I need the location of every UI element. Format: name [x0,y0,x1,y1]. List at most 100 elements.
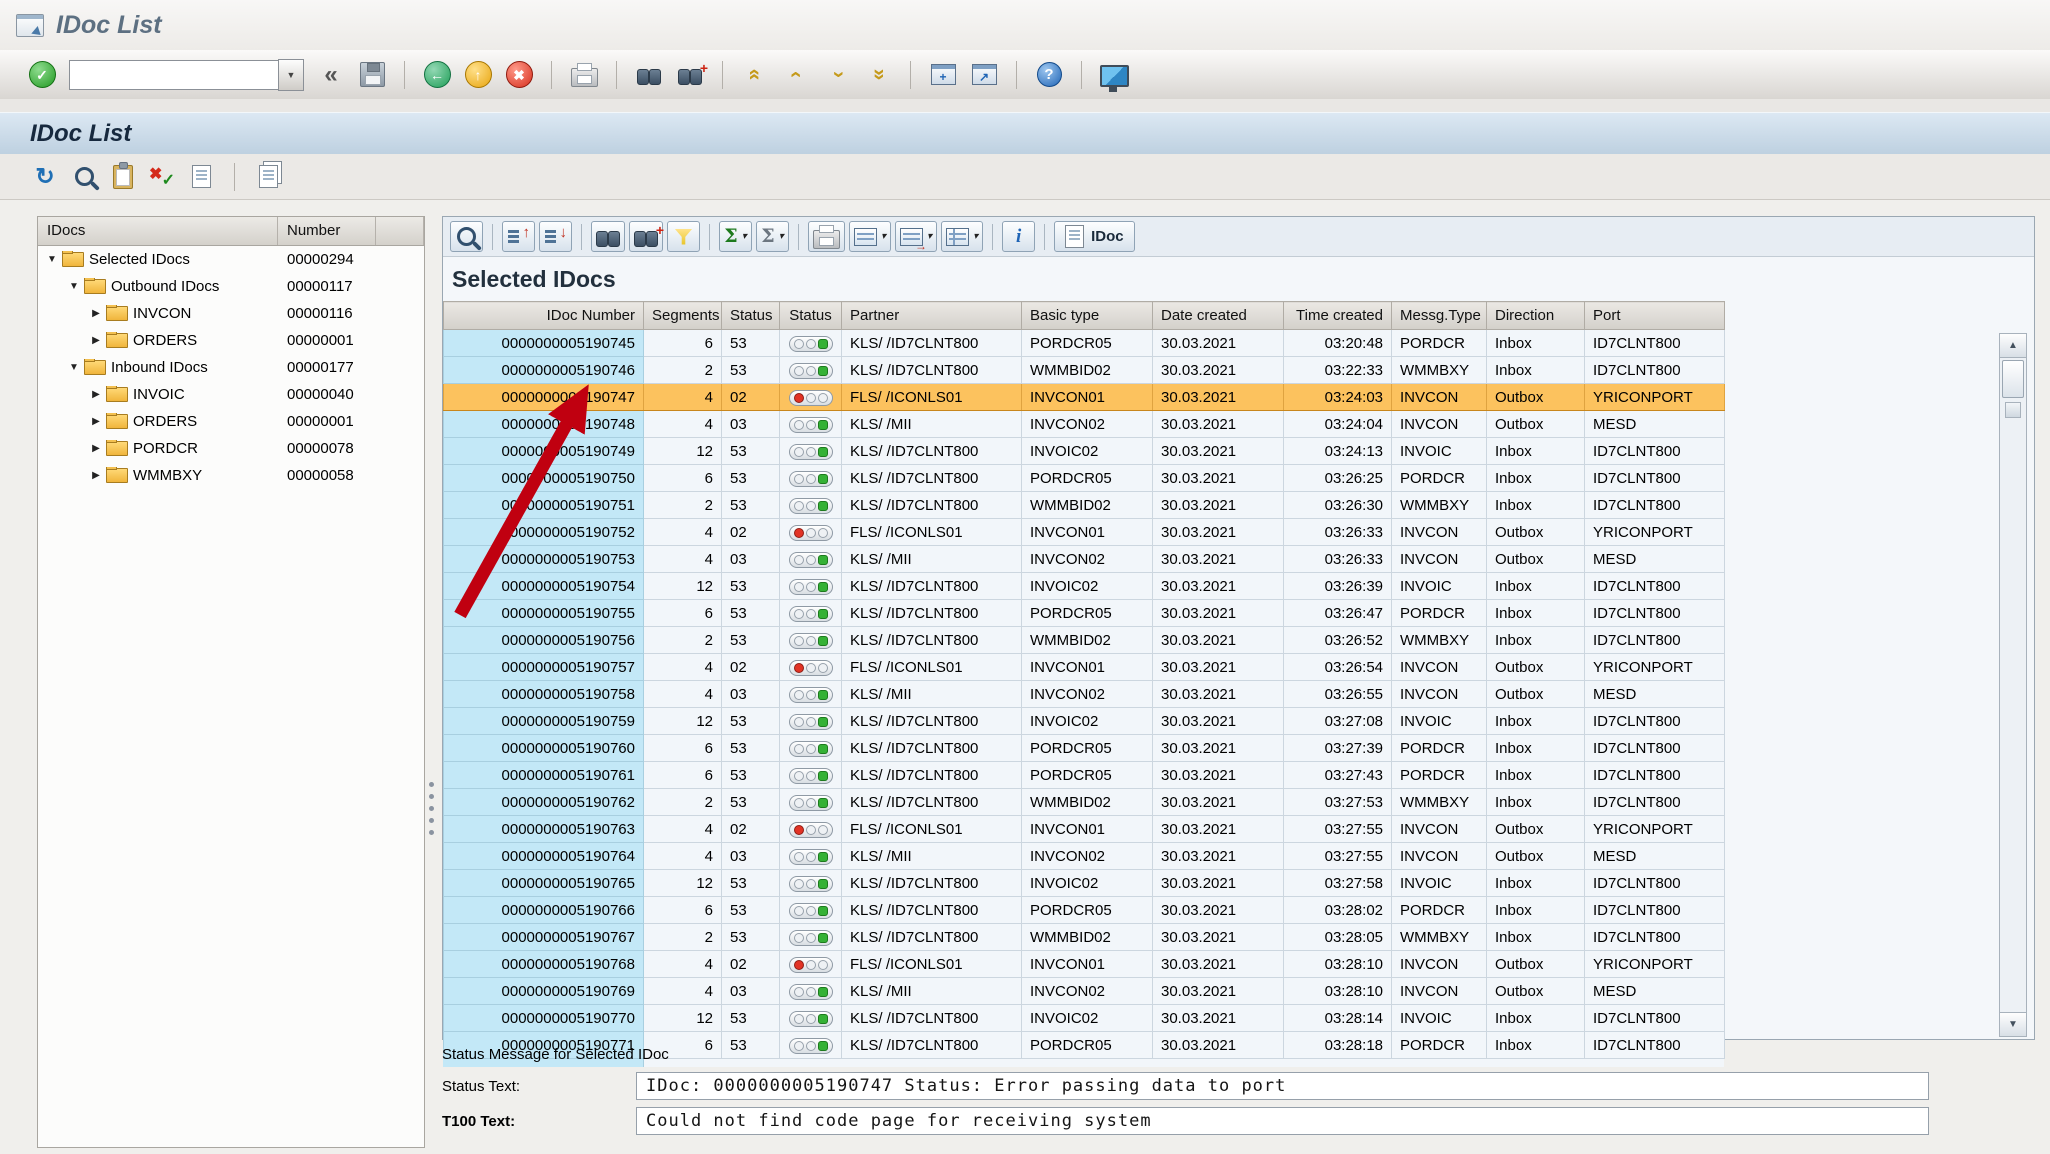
idoc-row-0000000005190750[interactable]: 0000000005190750653KLS/ /ID7CLNT800PORDC… [444,465,1725,492]
filter-button[interactable] [667,221,700,252]
idoc-row-0000000005190752[interactable]: 0000000005190752402FLS/ /ICONLS01INVCON0… [444,519,1725,546]
col-header-3-status[interactable]: Status [780,302,842,330]
collapse-node-icon[interactable]: ▼ [44,254,60,265]
check-idoc-button[interactable]: ✖✓ [147,160,177,194]
tree-item-wmmbxy-8[interactable]: ▶WMMBXY00000058 [38,462,424,489]
idoc-row-0000000005190753[interactable]: 0000000005190753403KLS/ /MIIINVCON0230.0… [444,546,1725,573]
sort-asc-button[interactable]: ↑ [502,221,535,252]
new-session-button[interactable]: + [925,56,961,94]
col-header-10-port[interactable]: Port [1585,302,1725,330]
page-down-button[interactable]: ‹ [819,56,855,94]
idoc-row-0000000005190748[interactable]: 0000000005190748403KLS/ /MIIINVCON0230.0… [444,411,1725,438]
enter-button[interactable]: ✓ [24,56,60,94]
idoc-row-0000000005190756[interactable]: 0000000005190756253KLS/ /ID7CLNT800WMMBI… [444,627,1725,654]
collapse-node-icon[interactable]: ▼ [66,281,82,292]
idoc-button[interactable]: IDoc [1054,221,1135,252]
scroll-down-icon[interactable]: ▼ [2000,1012,2026,1036]
idoc-row-0000000005190766[interactable]: 0000000005190766653KLS/ /ID7CLNT800PORDC… [444,897,1725,924]
idoc-row-0000000005190757[interactable]: 0000000005190757402FLS/ /ICONLS01INVCON0… [444,654,1725,681]
idoc-row-0000000005190762[interactable]: 0000000005190762253KLS/ /ID7CLNT800WMMBI… [444,789,1725,816]
col-header-9-direction[interactable]: Direction [1487,302,1585,330]
scrollbar-thumb[interactable] [2002,360,2024,398]
page-up-button[interactable]: ‹ [778,56,814,94]
refresh-button[interactable]: ↻ [30,160,60,194]
col-header-7-time-created[interactable]: Time created [1284,302,1392,330]
info-button[interactable]: i [1002,221,1035,252]
gui-settings-button[interactable] [1096,56,1132,94]
tree-item-selected-idocs-0[interactable]: ▼Selected IDocs00000294 [38,246,424,273]
expand-node-icon[interactable]: ▶ [88,308,104,319]
idoc-row-0000000005190765[interactable]: 00000000051907651253KLS/ /ID7CLNT800INVO… [444,870,1725,897]
col-header-4-partner[interactable]: Partner [842,302,1022,330]
help-button[interactable]: ? [1031,56,1067,94]
find-next-button[interactable]: + [629,221,663,252]
idoc-row-0000000005190747-selected[interactable]: 0000000005190747402FLS/ /ICONLS01INVCON0… [444,384,1725,411]
sort-desc-button[interactable]: ↓ [539,221,572,252]
idoc-row-0000000005190770[interactable]: 00000000051907701253KLS/ /ID7CLNT800INVO… [444,1005,1725,1032]
idoc-row-0000000005190755[interactable]: 0000000005190755653KLS/ /ID7CLNT800PORDC… [444,600,1725,627]
idoc-row-0000000005190754[interactable]: 00000000051907541253KLS/ /ID7CLNT800INVO… [444,573,1725,600]
idoc-row-0000000005190749[interactable]: 00000000051907491253KLS/ /ID7CLNT800INVO… [444,438,1725,465]
expand-node-icon[interactable]: ▶ [88,389,104,400]
first-page-button[interactable]: « [737,56,773,94]
collapse-node-icon[interactable]: ▼ [66,362,82,373]
idoc-row-0000000005190763[interactable]: 0000000005190763402FLS/ /ICONLS01INVCON0… [444,816,1725,843]
scrollbar-track[interactable] [2000,420,2026,1012]
views-button[interactable]: ▾ [849,221,891,252]
idoc-row-0000000005190764[interactable]: 0000000005190764403KLS/ /MIIINVCON0230.0… [444,843,1725,870]
tree-item-outbound-idocs-1[interactable]: ▼Outbound IDocs00000117 [38,273,424,300]
tree-item-pordcr-7[interactable]: ▶PORDCR00000078 [38,435,424,462]
col-header-2-status[interactable]: Status [722,302,780,330]
col-header-5-basic-type[interactable]: Basic type [1022,302,1153,330]
find-button[interactable] [591,221,625,252]
tree-item-orders-6[interactable]: ▶ORDERS00000001 [38,408,424,435]
layout-button[interactable]: ▾ [941,221,983,252]
expand-node-icon[interactable]: ▶ [88,443,104,454]
idoc-row-0000000005190768[interactable]: 0000000005190768402FLS/ /ICONLS01INVCON0… [444,951,1725,978]
idoc-row-0000000005190758[interactable]: 0000000005190758403KLS/ /MIIINVCON0230.0… [444,681,1725,708]
idoc-row-0000000005190767[interactable]: 0000000005190767253KLS/ /ID7CLNT800WMMBI… [444,924,1725,951]
col-header-0-idoc-number[interactable]: IDoc Number [444,302,644,330]
display-idoc-button[interactable] [69,160,99,194]
idoc-row-0000000005190760[interactable]: 0000000005190760653KLS/ /ID7CLNT800PORDC… [444,735,1725,762]
idoc-row-0000000005190751[interactable]: 0000000005190751253KLS/ /ID7CLNT800WMMBI… [444,492,1725,519]
find-button[interactable] [631,56,667,94]
command-dropdown-button[interactable]: ▼ [278,59,304,91]
print-grid-button[interactable] [808,221,845,252]
export-button[interactable]: ▾ [895,221,937,252]
col-header-6-date-created[interactable]: Date created [1153,302,1284,330]
command-input[interactable] [69,60,278,90]
details-button[interactable] [450,221,483,252]
tree-item-inbound-idocs-4[interactable]: ▼Inbound IDocs00000177 [38,354,424,381]
expand-node-icon[interactable]: ▶ [88,335,104,346]
display-doc-button[interactable] [186,160,216,194]
last-page-button[interactable]: « [860,56,896,94]
idoc-row-0000000005190769[interactable]: 0000000005190769403KLS/ /MIIINVCON0230.0… [444,978,1725,1005]
expand-node-icon[interactable]: ▶ [88,416,104,427]
save-button[interactable] [354,56,390,94]
expand-node-icon[interactable]: ▶ [88,470,104,481]
idoc-row-0000000005190759[interactable]: 00000000051907591253KLS/ /ID7CLNT800INVO… [444,708,1725,735]
col-header-1-segments[interactable]: Segments [644,302,722,330]
idoc-row-0000000005190745[interactable]: 0000000005190745653KLS/ /ID7CLNT800PORDC… [444,330,1725,357]
panel-splitter[interactable] [427,782,436,844]
idoc-row-0000000005190761[interactable]: 0000000005190761653KLS/ /ID7CLNT800PORDC… [444,762,1725,789]
scroll-up-icon[interactable]: ▲ [2000,334,2026,358]
create-shortcut-button[interactable]: ↗ [966,56,1002,94]
subtotals-button[interactable]: Σ▾ [756,221,789,252]
idoc-row-0000000005190746[interactable]: 0000000005190746253KLS/ /ID7CLNT800WMMBI… [444,357,1725,384]
copy-table-button[interactable] [253,160,283,194]
sum-button[interactable]: Σ▾ [719,221,752,252]
tree-item-invcon-2[interactable]: ▶INVCON00000116 [38,300,424,327]
col-header-8-messg-type[interactable]: Messg.Type [1392,302,1487,330]
tree-item-orders-3[interactable]: ▶ORDERS00000001 [38,327,424,354]
clipboard-button[interactable] [108,160,138,194]
cancel-button[interactable]: ✖ [501,56,537,94]
tree-item-invoic-5[interactable]: ▶INVOIC00000040 [38,381,424,408]
exit-button[interactable]: ↑ [460,56,496,94]
back-button[interactable]: ← [419,56,455,94]
collapse-button[interactable]: « [313,56,349,94]
find-next-button[interactable]: + [672,56,708,94]
print-button[interactable] [566,56,602,94]
vertical-scrollbar[interactable]: ▲ ▼ [1999,333,2027,1037]
